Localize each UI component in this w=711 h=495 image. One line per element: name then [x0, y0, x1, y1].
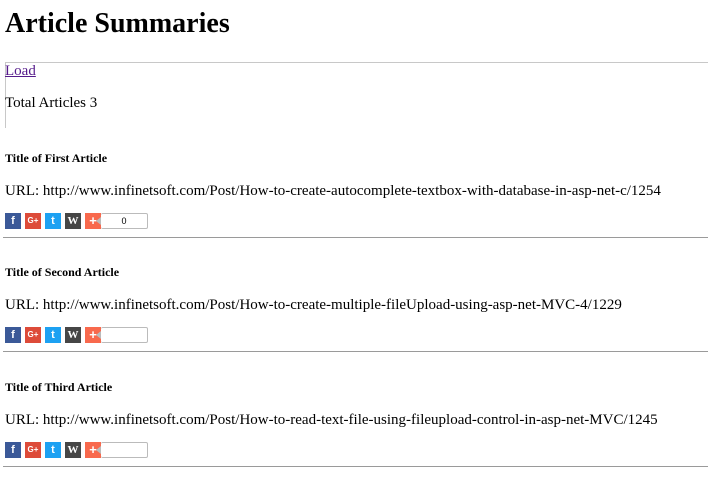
share-bar: f G+ t W + 0: [5, 213, 148, 229]
wordpress-icon[interactable]: W: [65, 327, 81, 343]
article-url: URL: http://www.infinetsoft.com/Post/How…: [5, 183, 661, 199]
article-item: Title of Third Article URL: http://www.i…: [3, 380, 708, 495]
total-articles-count: Total Articles 3: [5, 95, 98, 111]
facebook-icon[interactable]: f: [5, 327, 21, 343]
page-title: Article Summaries: [5, 8, 230, 39]
article-divider: [3, 237, 708, 238]
share-count: [96, 442, 148, 458]
article-title: Title of Second Article: [5, 265, 120, 279]
wordpress-icon[interactable]: W: [65, 213, 81, 229]
article-title: Title of Third Article: [5, 380, 113, 394]
article-url: URL: http://www.infinetsoft.com/Post/How…: [5, 297, 622, 313]
article-url: URL: http://www.infinetsoft.com/Post/How…: [5, 412, 658, 428]
google-plus-icon[interactable]: G+: [25, 327, 41, 343]
share-count: 0: [96, 213, 148, 229]
share-count: [96, 327, 148, 343]
google-plus-icon[interactable]: G+: [25, 442, 41, 458]
share-bar: f G+ t W +: [5, 442, 148, 458]
article-title: Title of First Article: [5, 151, 108, 165]
wordpress-icon[interactable]: W: [65, 442, 81, 458]
load-link[interactable]: Load: [5, 63, 36, 80]
twitter-icon[interactable]: t: [45, 213, 61, 229]
article-item: Title of First Article URL: http://www.i…: [3, 151, 708, 266]
article-item: Title of Second Article URL: http://www.…: [3, 265, 708, 380]
facebook-icon[interactable]: f: [5, 442, 21, 458]
article-divider: [3, 351, 708, 352]
share-bar: f G+ t W +: [5, 327, 148, 343]
twitter-icon[interactable]: t: [45, 327, 61, 343]
article-divider: [3, 466, 708, 467]
twitter-icon[interactable]: t: [45, 442, 61, 458]
google-plus-icon[interactable]: G+: [25, 213, 41, 229]
facebook-icon[interactable]: f: [5, 213, 21, 229]
